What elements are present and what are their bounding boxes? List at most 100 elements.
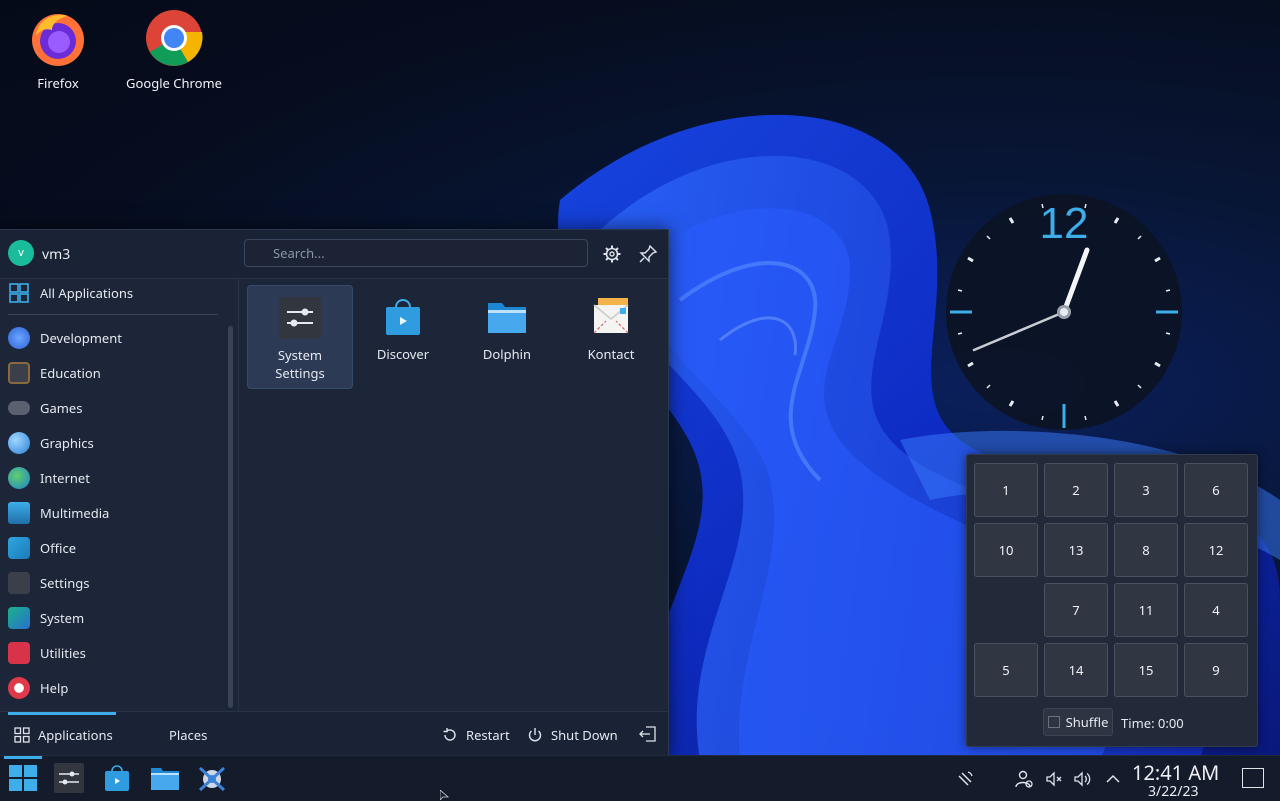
shuffle-button[interactable]: Shuffle <box>1043 708 1113 736</box>
kdeconnect-icon[interactable] <box>956 770 974 788</box>
puzzle-tile[interactable]: 4 <box>1184 583 1248 637</box>
category-internet[interactable]: Internet <box>8 463 218 493</box>
grid-icon <box>9 283 29 303</box>
shuffle-icon <box>1047 716 1060 728</box>
category-label: Multimedia <box>40 504 110 522</box>
tab-applications[interactable]: Applications <box>14 726 113 744</box>
sidebar-scrollbar[interactable] <box>228 326 233 708</box>
application-launcher: v vm3 All Applications <box>0 229 669 757</box>
divider <box>8 314 218 315</box>
desktop-icon-label: Firefox <box>37 74 79 92</box>
category-education[interactable]: Education <box>8 358 218 388</box>
power-icon <box>528 728 542 742</box>
category-development[interactable]: Development <box>8 323 218 353</box>
shutdown-label: Shut Down <box>551 726 618 744</box>
user-status-icon[interactable] <box>1015 770 1033 788</box>
category-office[interactable]: Office <box>8 533 218 563</box>
fifteen-puzzle-widget: 1 2 3 6 10 13 8 12 7 11 4 5 14 15 9 Shuffle Time: 0:00 <box>966 454 1258 747</box>
category-utilities[interactable]: Utilities <box>8 638 218 668</box>
puzzle-tile[interactable]: 7 <box>1044 583 1108 637</box>
tab-places[interactable]: Places <box>169 726 207 744</box>
games-icon <box>8 401 30 415</box>
puzzle-time: Time: 0:00 <box>1121 714 1184 732</box>
restart-button[interactable]: Restart <box>442 726 510 744</box>
krdc-icon[interactable] <box>196 762 228 794</box>
category-label: Games <box>40 399 83 417</box>
puzzle-tile[interactable]: 11 <box>1114 583 1178 637</box>
puzzle-tile[interactable]: 13 <box>1044 523 1108 577</box>
puzzle-tile[interactable]: 14 <box>1044 643 1108 697</box>
app-kontact[interactable]: Kontact <box>559 285 663 387</box>
desktop-icon-label: Google Chrome <box>126 74 222 92</box>
category-multimedia[interactable]: Multimedia <box>8 498 218 528</box>
category-system[interactable]: System <box>8 603 218 633</box>
mouse-cursor-icon <box>440 790 450 800</box>
restart-label: Restart <box>466 726 510 744</box>
search-input[interactable] <box>244 239 588 267</box>
category-label: Internet <box>40 469 90 487</box>
category-label: All Applications <box>40 284 134 302</box>
category-label: Utilities <box>40 644 86 662</box>
category-games[interactable]: Games <box>8 393 218 423</box>
puzzle-tile[interactable]: 3 <box>1114 463 1178 517</box>
folder-icon <box>488 303 526 333</box>
tab-label: Applications <box>38 726 113 744</box>
category-sidebar: All Applications Development Education G… <box>0 278 238 711</box>
app-discover[interactable]: Discover <box>351 285 455 387</box>
system-icon <box>8 607 30 629</box>
category-label: Development <box>40 329 122 347</box>
taskbar-clock-date[interactable]: 3/22/23 <box>1148 782 1198 801</box>
logout-button[interactable] <box>639 726 665 742</box>
puzzle-tile[interactable]: 1 <box>974 463 1038 517</box>
shutdown-button[interactable]: Shut Down <box>527 726 618 744</box>
help-icon <box>8 677 30 699</box>
taskbar: 12:41 AM 3/22/23 <box>0 755 1280 801</box>
analog-clock-widget[interactable]: 12 <box>944 190 1184 434</box>
category-graphics[interactable]: Graphics <box>8 428 218 458</box>
desktop-icon-chrome[interactable]: Google Chrome <box>119 8 229 92</box>
launcher-footer: Applications Places Restart Shut Down <box>0 711 668 757</box>
gear-icon[interactable] <box>602 244 622 264</box>
office-icon <box>8 537 30 559</box>
category-label: System <box>40 609 85 627</box>
folder-icon[interactable] <box>149 762 181 794</box>
puzzle-tile[interactable]: 8 <box>1114 523 1178 577</box>
app-label: Dolphin <box>482 345 532 363</box>
logout-icon <box>639 726 656 742</box>
internet-icon <box>8 467 30 489</box>
pin-icon[interactable] <box>638 244 658 264</box>
puzzle-tile[interactable]: 12 <box>1184 523 1248 577</box>
system-settings-icon[interactable] <box>53 762 85 794</box>
puzzle-tile[interactable]: 6 <box>1184 463 1248 517</box>
multimedia-icon <box>8 502 30 524</box>
category-all-applications[interactable]: All Applications <box>8 278 218 308</box>
app-dolphin[interactable]: Dolphin <box>455 285 559 387</box>
restart-icon <box>443 728 456 741</box>
avatar[interactable]: v <box>8 240 34 266</box>
puzzle-tile[interactable]: 2 <box>1044 463 1108 517</box>
tab-label: Places <box>169 726 208 744</box>
active-tab-indicator <box>8 712 116 715</box>
development-icon <box>8 327 30 349</box>
puzzle-tile[interactable]: 5 <box>974 643 1038 697</box>
desktop-icon-firefox[interactable]: Firefox <box>3 8 113 92</box>
active-task-indicator <box>4 756 42 759</box>
category-label: Graphics <box>40 434 94 452</box>
puzzle-tile[interactable]: 15 <box>1114 643 1178 697</box>
app-label: Kontact <box>587 345 635 363</box>
category-help[interactable]: Help <box>8 673 218 703</box>
category-label: Education <box>40 364 101 382</box>
discover-icon <box>386 299 420 335</box>
puzzle-tile[interactable]: 10 <box>974 523 1038 577</box>
launcher-header: v vm3 <box>0 230 668 279</box>
mic-muted-icon[interactable] <box>1045 770 1063 788</box>
discover-icon[interactable] <box>101 762 133 794</box>
puzzle-tile[interactable]: 9 <box>1184 643 1248 697</box>
start-menu-icon[interactable] <box>7 762 39 794</box>
utilities-icon <box>8 642 30 664</box>
category-settings[interactable]: Settings <box>8 568 218 598</box>
volume-icon[interactable] <box>1074 770 1092 788</box>
chevron-up-icon[interactable] <box>1104 770 1122 788</box>
show-desktop-button[interactable] <box>1242 768 1264 788</box>
app-system-settings[interactable]: System Settings <box>247 285 353 389</box>
